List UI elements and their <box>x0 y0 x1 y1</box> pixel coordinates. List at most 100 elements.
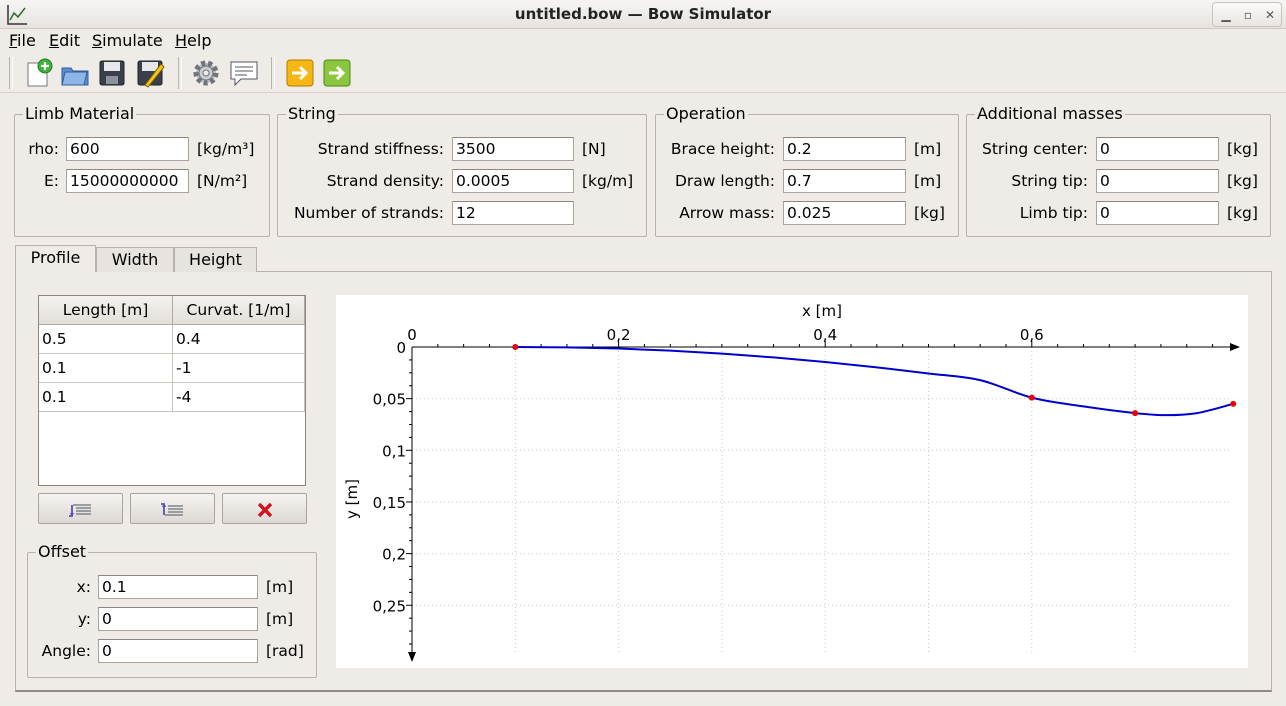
e-modulus-input[interactable] <box>66 169 189 193</box>
insert-row-above-button[interactable] <box>130 493 215 524</box>
draw-length-unit: [m] <box>914 172 942 190</box>
open-folder-icon[interactable] <box>60 58 90 88</box>
segment-point <box>512 344 519 350</box>
table-cell-curvature[interactable]: 0.4 <box>173 325 305 354</box>
x-tick-label: 0,2 <box>607 326 631 344</box>
e-label: E: <box>43 172 59 190</box>
x-tick-label: 0,6 <box>1020 326 1044 344</box>
x-axis-arrow <box>1230 343 1240 351</box>
string-tip-label: String tip: <box>1011 172 1088 190</box>
string-tip-mass-input[interactable] <box>1096 169 1219 193</box>
arrow-mass-input[interactable] <box>783 201 906 225</box>
offset-angle-unit: [rad] <box>266 642 304 660</box>
save-icon[interactable] <box>97 58 127 88</box>
tab-profile[interactable]: Profile <box>15 245 96 272</box>
window-controls: ▁ ▫ ✕ <box>1212 2 1282 27</box>
window-title: untitled.bow — Bow Simulator <box>514 5 772 23</box>
maximize-icon[interactable]: ▫ <box>1239 6 1257 24</box>
run-dynamic-arrow-icon[interactable] <box>322 58 352 88</box>
menu-help[interactable]: Help <box>175 31 211 50</box>
insert-row-below-button[interactable] <box>38 493 123 524</box>
column-header-curvature[interactable]: Curvat. [1/m] <box>173 296 305 325</box>
string-center-mass-input[interactable] <box>1096 137 1219 161</box>
offset-y-label: y: <box>77 610 91 628</box>
group-title: String <box>286 104 338 123</box>
limb-tip-label: Limb tip: <box>1019 204 1088 222</box>
profile-curve <box>515 346 1234 417</box>
group-title: Offset <box>36 542 89 561</box>
y-tick-label: 0 <box>396 339 406 357</box>
toolbar-separator <box>178 57 182 89</box>
x-tick-label: 0,4 <box>813 326 837 344</box>
string-tip-unit: [kg] <box>1227 172 1258 190</box>
menu-simulate[interactable]: Simulate <box>92 31 163 50</box>
rho-unit: [kg/m³] <box>197 140 255 158</box>
y-tick-label: 0,1 <box>382 442 406 460</box>
offset-angle-label: Angle: <box>41 642 91 660</box>
menu-bar: File Edit Simulate Help <box>0 29 1286 52</box>
table-cell-length[interactable]: 0.5 <box>39 325 173 354</box>
insert-above-icon <box>161 503 183 516</box>
toolbar <box>0 53 1286 93</box>
settings-gear-icon[interactable] <box>191 58 221 88</box>
delete-row-button[interactable] <box>222 493 307 524</box>
brace-height-unit: [m] <box>914 140 942 158</box>
string-center-label: String center: <box>981 140 1088 158</box>
group-title: Limb Material <box>23 104 137 123</box>
y-axis-label: y [m] <box>343 479 361 519</box>
brace-height-label: Brace height: <box>670 140 775 158</box>
strand-density-input[interactable] <box>452 169 574 193</box>
e-unit: [N/m²] <box>197 172 248 190</box>
y-tick-label: 0,05 <box>373 391 406 409</box>
segment-point <box>1132 410 1139 417</box>
toolbar-separator <box>271 57 275 89</box>
group-title: Additional masses <box>975 104 1125 123</box>
table-cell-curvature[interactable]: -1 <box>173 354 305 383</box>
save-as-icon[interactable] <box>135 58 165 88</box>
group-title: Operation <box>664 104 748 123</box>
run-static-arrow-icon[interactable] <box>285 58 315 88</box>
offset-x-label: x: <box>76 578 91 596</box>
rho-input[interactable] <box>66 137 189 161</box>
insert-below-icon <box>69 504 91 517</box>
profile-plot[interactable]: 0 0,2 0,4 0,6 0 0,05 0,1 0,15 0,2 0,25 x [m] y [m] <box>336 295 1248 668</box>
strand-density-label: Strand density: <box>326 172 444 190</box>
comment-icon[interactable] <box>229 58 259 88</box>
profile-plot-svg: 0 0,2 0,4 0,6 0 0,05 0,1 0,15 0,2 0,25 x [m] y [m] <box>343 302 1240 662</box>
y-tick-label: 0,2 <box>382 546 406 564</box>
minimize-icon[interactable]: ▁ <box>1217 6 1235 24</box>
x-axis-label: x [m] <box>802 302 842 320</box>
new-file-icon[interactable] <box>24 58 54 88</box>
strand-stiffness-unit: [N] <box>582 140 606 158</box>
menu-edit[interactable]: Edit <box>49 31 80 50</box>
offset-angle-input[interactable] <box>98 639 258 663</box>
draw-length-input[interactable] <box>783 169 906 193</box>
offset-y-input[interactable] <box>98 607 258 631</box>
number-of-strands-label: Number of strands: <box>293 204 444 222</box>
toolbar-grip[interactable] <box>9 57 13 89</box>
strand-density-unit: [kg/m] <box>582 172 634 190</box>
menu-file[interactable]: File <box>9 31 36 50</box>
rho-label: rho: <box>28 140 59 158</box>
delete-icon <box>257 502 273 518</box>
brace-height-input[interactable] <box>783 137 906 161</box>
strand-stiffness-label: Strand stiffness: <box>317 140 444 158</box>
close-icon[interactable]: ✕ <box>1261 6 1279 24</box>
tab-height[interactable]: Height <box>174 247 257 272</box>
offset-x-input[interactable] <box>98 575 258 599</box>
limb-tip-mass-input[interactable] <box>1096 201 1219 225</box>
tab-width[interactable]: Width <box>96 247 174 272</box>
draw-length-label: Draw length: <box>674 172 775 190</box>
segments-table[interactable]: Length [m] Curvat. [1/m] 0.5 0.4 0.1 -1 … <box>38 295 306 486</box>
table-cell-length[interactable]: 0.1 <box>39 383 173 412</box>
arrow-mass-label: Arrow mass: <box>679 204 775 222</box>
string-center-unit: [kg] <box>1227 140 1258 158</box>
column-header-length[interactable]: Length [m] <box>39 296 173 325</box>
limb-tip-unit: [kg] <box>1227 204 1258 222</box>
strand-stiffness-input[interactable] <box>452 137 574 161</box>
number-of-strands-input[interactable] <box>452 201 574 225</box>
table-cell-length[interactable]: 0.1 <box>39 354 173 383</box>
table-cell-curvature[interactable]: -4 <box>173 383 305 412</box>
segment-point <box>1230 400 1237 407</box>
y-tick-label: 0,15 <box>373 494 406 512</box>
